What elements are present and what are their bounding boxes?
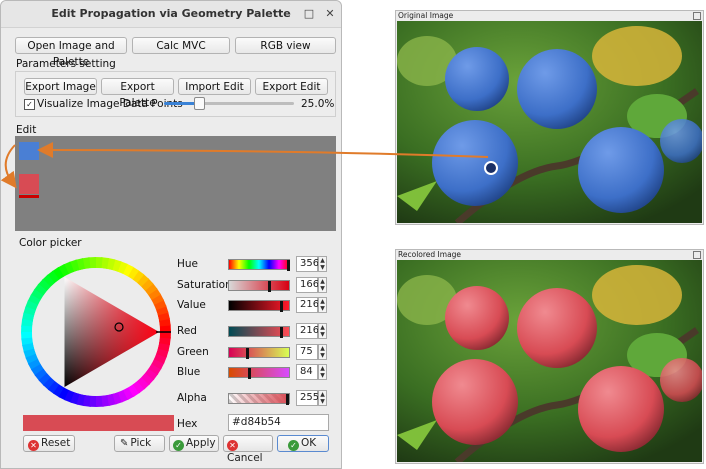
hex-label: Hex [177, 418, 198, 430]
visualize-checkbox[interactable]: ✓ [24, 99, 35, 110]
edit-link-arrows [0, 142, 489, 189]
saturation-label: Saturation [177, 279, 232, 291]
import-edit-button[interactable]: Import Edit [178, 78, 251, 95]
export-palette-button[interactable]: Export Palette [101, 78, 174, 109]
cancel-label: Cancel [227, 452, 263, 464]
green-label: Green [177, 346, 209, 358]
blue-bar[interactable] [228, 367, 290, 379]
alpha-spinbox[interactable]: 255 [296, 390, 319, 406]
alpha-bar[interactable] [228, 393, 290, 405]
color-picker-heading: Color picker [19, 237, 82, 249]
close-button[interactable]: ✕ [323, 7, 337, 21]
slider-value: 25.0% [301, 98, 335, 110]
pick-label: Pick [130, 437, 152, 449]
original-image-title: Original Image [398, 11, 454, 20]
hue-label: Hue [177, 258, 199, 270]
export-edit-button[interactable]: Export Edit [255, 78, 328, 95]
value-spinbox[interactable]: 216 [296, 297, 319, 313]
hue-spinbox[interactable]: 356 [296, 256, 319, 272]
blue-spinbox[interactable]: 84 [296, 364, 318, 380]
recolored-image-title: Recolored Image [398, 250, 462, 259]
hue-wheel[interactable] [21, 257, 171, 407]
saturation-bar[interactable] [228, 280, 290, 292]
apply-label: Apply [186, 437, 216, 449]
green-bar[interactable] [228, 347, 290, 359]
eyedropper-icon: ✎ [120, 438, 129, 449]
value-spin-arrows[interactable]: ▲ ▼ [318, 297, 327, 313]
ok-button[interactable]: ✓ OK [277, 435, 329, 452]
panel-restore-icon[interactable] [693, 251, 701, 259]
value-label: Value [177, 299, 206, 311]
cancel-button[interactable]: ✕Cancel [223, 435, 273, 464]
reset-button[interactable]: ✕ Reset [23, 435, 75, 452]
arrow-edit-swap [0, 144, 17, 189]
ok-label: OK [301, 437, 317, 449]
arrow-to-palette [37, 142, 489, 159]
blue-label: Blue [177, 366, 201, 378]
rgb-view-button[interactable]: RGB view [235, 37, 336, 54]
reset-icon: ✕ [28, 440, 39, 451]
value-bar[interactable] [228, 300, 290, 312]
red-bar[interactable] [228, 326, 290, 338]
open-image-palette-button[interactable]: Open Image and Palette [15, 37, 127, 68]
pick-button[interactable]: ✎ Pick [114, 435, 165, 452]
hue-spin-arrows[interactable]: ▲ ▼ [318, 256, 327, 272]
reset-label: Reset [41, 437, 71, 449]
data-points-slider-track[interactable] [164, 102, 294, 105]
red-label: Red [177, 325, 197, 337]
main-window: Edit Propagation via Geometry Palette – … [0, 0, 342, 469]
alpha-label: Alpha [177, 392, 207, 404]
slider-handle[interactable] [194, 97, 205, 110]
saturation-spin-arrows[interactable]: ▲ ▼ [318, 277, 327, 293]
red-spinbox[interactable]: 216 [296, 323, 319, 339]
saturation-spinbox[interactable]: 166 [296, 277, 319, 293]
calc-mvc-button[interactable]: Calc MVC [132, 37, 230, 54]
recolored-image-panel: Recolored Image [395, 249, 704, 464]
blue-spin-arrows[interactable]: ▲ ▼ [318, 364, 327, 380]
recolored-image[interactable] [397, 260, 702, 462]
title-bar: Edit Propagation via Geometry Palette – … [1, 1, 341, 28]
hue-bar[interactable] [228, 259, 290, 271]
apply-button[interactable]: ✓ Apply [169, 435, 219, 452]
minimize-button[interactable]: – [281, 7, 295, 21]
hex-input[interactable]: #d84b54 [228, 414, 329, 431]
green-spinbox[interactable]: 75 [296, 344, 318, 360]
export-image-button[interactable]: Export Image [24, 78, 97, 95]
panel-restore-icon[interactable] [693, 12, 701, 20]
cancel-icon: ✕ [227, 440, 238, 451]
ok-check-icon: ✓ [288, 440, 299, 451]
alpha-spin-arrows[interactable]: ▲ ▼ [318, 390, 327, 406]
check-icon: ✓ [173, 440, 184, 451]
green-spin-arrows[interactable]: ▲ ▼ [318, 344, 327, 360]
current-color-preview [23, 415, 174, 431]
maximize-button[interactable]: □ [302, 7, 316, 21]
red-spin-arrows[interactable]: ▲ ▼ [318, 323, 327, 339]
visualize-label: Visualize Image Data Points [37, 98, 183, 110]
parameters-heading: Parameters setting [16, 58, 116, 70]
